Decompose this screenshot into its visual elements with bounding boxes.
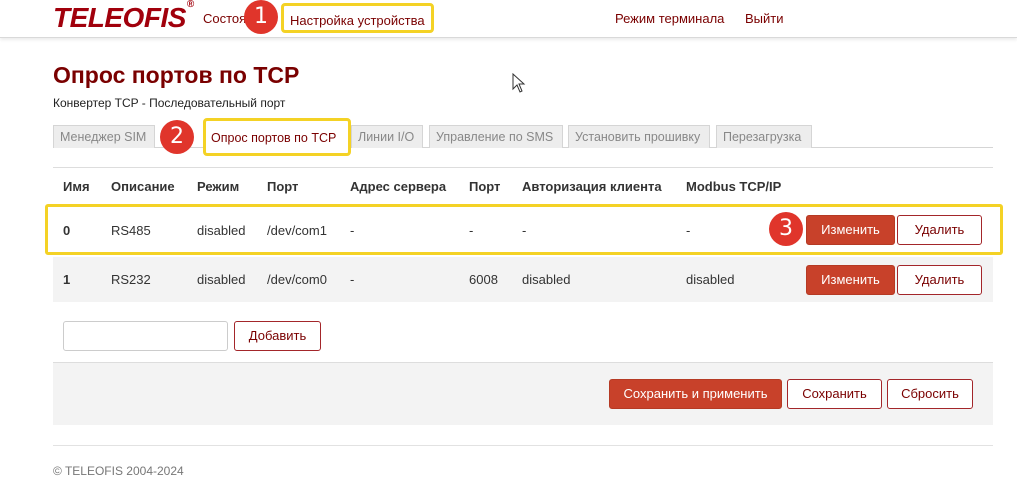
col-header-server-port: Порт xyxy=(469,179,501,194)
mouse-cursor-icon xyxy=(512,73,526,93)
cell-mode: disabled xyxy=(197,272,246,287)
teleofis-logo[interactable]: TELEOFIS® xyxy=(53,0,194,34)
cell-mode: disabled xyxy=(197,223,246,238)
tab-sms-control[interactable]: Управление по SMS xyxy=(429,125,563,148)
cell-description: RS232 xyxy=(111,272,151,287)
table-row: 1 RS232 disabled /dev/com0 - 6008 disabl… xyxy=(53,257,993,302)
col-header-port: Порт xyxy=(267,179,299,194)
tab-tcp-port-polling[interactable]: Опрос портов по TCP xyxy=(203,118,351,156)
cell-server-address: - xyxy=(350,272,355,287)
cell-client-auth: disabled xyxy=(522,272,571,287)
cell-port: /dev/com0 xyxy=(267,272,327,287)
cell-description: RS485 xyxy=(111,223,151,238)
tab-io-lines[interactable]: Линии I/O xyxy=(351,125,423,148)
nav-device-settings[interactable]: Настройка устройства xyxy=(281,3,434,33)
cell-name: 1 xyxy=(63,272,71,287)
cell-modbus: - xyxy=(686,223,691,238)
edit-button[interactable]: Изменить xyxy=(806,265,895,295)
page-subtitle: Конвертер TCP - Последовательный порт xyxy=(53,96,286,110)
col-header-name: Имя xyxy=(63,179,90,194)
footer-copyright: © TELEOFIS 2004-2024 xyxy=(53,464,184,478)
delete-button[interactable]: Удалить xyxy=(897,215,982,245)
step-badge-1: 1 xyxy=(244,0,278,34)
nav-status[interactable]: Состояние xyxy=(203,11,245,26)
col-header-modbus: Modbus TCP/IP xyxy=(686,179,782,194)
top-header: TELEOFIS® Состояние Настройка устройства… xyxy=(0,0,1017,38)
step-badge-3: 3 xyxy=(769,212,803,246)
cell-server-address: - xyxy=(350,223,355,238)
col-header-mode: Режим xyxy=(197,179,240,194)
save-and-apply-button[interactable]: Сохранить и применить xyxy=(609,379,782,409)
save-button[interactable]: Сохранить xyxy=(787,379,882,409)
new-port-name-input[interactable] xyxy=(63,321,228,351)
nav-terminal-mode[interactable]: Режим терминала xyxy=(615,11,724,26)
delete-button[interactable]: Удалить xyxy=(897,265,982,295)
cell-port: /dev/com1 xyxy=(267,223,327,238)
cell-client-auth: - xyxy=(522,223,527,238)
col-header-server-address: Адрес сервера xyxy=(350,179,447,194)
nav-logout[interactable]: Выйти xyxy=(745,11,784,26)
reset-button[interactable]: Сбросить xyxy=(887,379,973,409)
table-top-border xyxy=(53,167,993,168)
cell-server-port: 6008 xyxy=(469,272,498,287)
cell-modbus: disabled xyxy=(686,272,735,287)
form-actions-bar: Сохранить и применить Сохранить Сбросить xyxy=(53,362,993,425)
add-button[interactable]: Добавить xyxy=(234,321,321,351)
cell-name: 0 xyxy=(63,223,71,238)
tab-firmware-update[interactable]: Установить прошивку xyxy=(568,125,710,148)
tab-reboot[interactable]: Перезагрузка xyxy=(716,125,812,148)
step-badge-2: 2 xyxy=(160,120,194,154)
footer-divider xyxy=(53,445,993,446)
table-row: 0 RS485 disabled /dev/com1 - - - - Измен… xyxy=(45,204,1003,255)
cell-server-port: - xyxy=(469,223,474,238)
tab-sim-manager[interactable]: Менеджер SIM xyxy=(53,125,155,148)
page-title: Опрос портов по TCP xyxy=(53,62,300,88)
col-header-description: Описание xyxy=(111,179,175,194)
col-header-client-auth: Авторизация клиента xyxy=(522,179,662,194)
edit-button[interactable]: Изменить xyxy=(806,215,895,245)
